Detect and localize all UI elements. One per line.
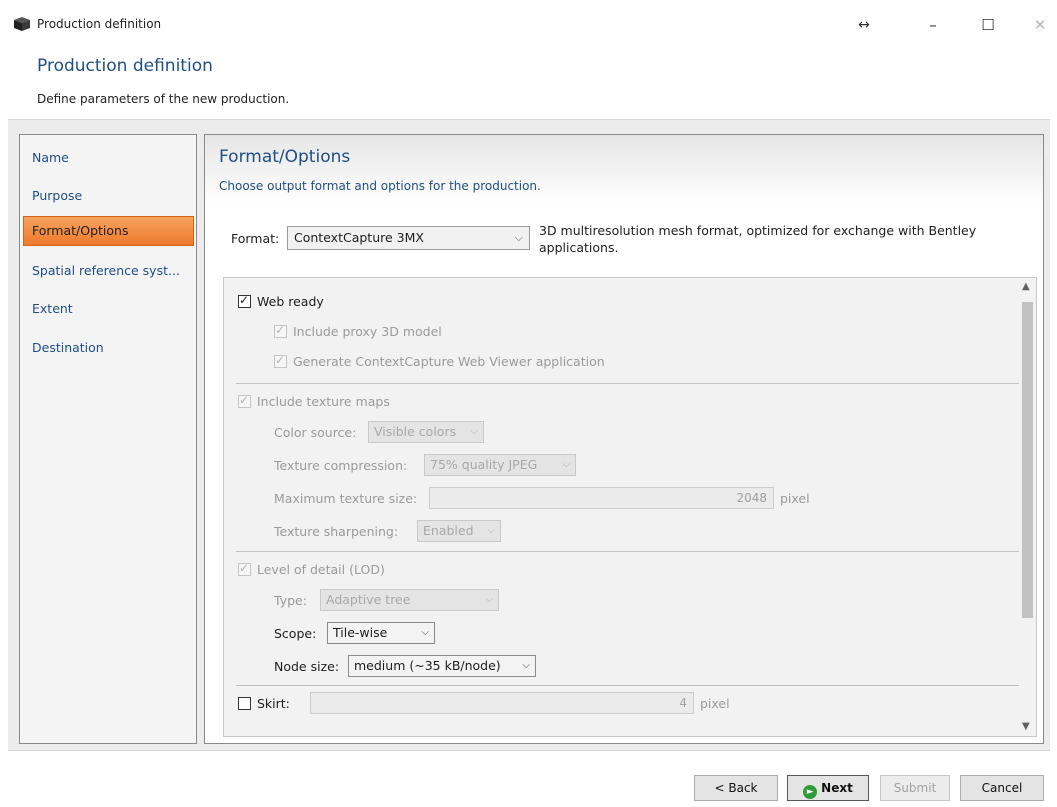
format-value: ContextCapture 3MX: [294, 230, 424, 245]
section-divider: [236, 383, 1024, 384]
divider: [8, 750, 1050, 751]
scope-label: Scope:: [274, 626, 317, 641]
texture-compression-select: 75% quality JPEG ⌵: [424, 454, 576, 476]
chevron-down-icon: ⌵: [562, 459, 570, 470]
sidebar-item-destination[interactable]: Destination: [20, 333, 196, 363]
include-texture-label: Include texture maps: [257, 394, 390, 409]
lod-checkbox: ✓ Level of detail (LOD): [238, 561, 385, 577]
section-divider: [236, 551, 1024, 552]
chevron-down-icon: ⌵: [522, 660, 530, 671]
arrow-right-circle-icon: ►: [803, 785, 818, 799]
checkbox-icon: ✓: [238, 561, 251, 576]
node-size-value: medium (~35 kB/node): [354, 658, 501, 673]
texture-sharpening-label: Texture sharpening:: [274, 524, 399, 539]
back-button[interactable]: < Back: [694, 775, 778, 801]
skirt-unit: pixel: [700, 696, 730, 711]
section-divider: [236, 685, 1024, 686]
sidebar-item-name[interactable]: Name: [20, 143, 196, 173]
chevron-down-icon: ⌵: [514, 231, 523, 244]
options-scroll-area[interactable]: ✓ Web ready ✓ Include proxy 3D model ✓ Gene…: [223, 277, 1037, 737]
texture-sharpening-value: Enabled: [423, 523, 474, 538]
panel-title: Format/Options: [219, 147, 351, 167]
format-select[interactable]: ContextCapture 3MX ⌵: [287, 226, 530, 250]
maximize-icon[interactable]: ☐: [970, 12, 1006, 38]
vertical-scrollbar[interactable]: ▲ ▼: [1019, 278, 1036, 736]
panel-header: Format/Options Choose output format and …: [205, 135, 1043, 205]
checkbox-icon: ✓: [238, 293, 251, 308]
panel-subtitle: Choose output format and options for the…: [219, 179, 541, 193]
submit-button: Submit: [880, 775, 950, 801]
chevron-down-icon: ⌵: [470, 426, 478, 437]
sidebar-item-format-options[interactable]: Format/Options: [23, 216, 194, 246]
cube-icon: [14, 17, 30, 31]
chevron-down-icon: ⌵: [485, 594, 493, 605]
checkbox-icon: ✓: [274, 323, 287, 338]
next-button-label: Next: [821, 781, 853, 795]
window-title: Production definition: [37, 17, 162, 31]
scroll-down-icon[interactable]: ▼: [1022, 721, 1030, 732]
node-size-label: Node size:: [274, 659, 340, 674]
page-title: Production definition: [37, 56, 213, 76]
skirt-checkbox[interactable]: Skirt:: [238, 696, 290, 711]
generate-viewer-checkbox: ✓ Generate ContextCapture Web Viewer appl…: [274, 353, 605, 369]
chevron-down-icon: ⌵: [487, 525, 495, 536]
cancel-button[interactable]: Cancel: [960, 775, 1044, 801]
include-proxy-checkbox: ✓ Include proxy 3D model: [274, 323, 442, 339]
generate-viewer-label: Generate ContextCapture Web Viewer appli…: [293, 354, 605, 369]
skirt-field: 4: [310, 692, 694, 714]
scroll-up-icon[interactable]: ▲: [1022, 281, 1030, 292]
scope-select[interactable]: Tile-wise ⌵: [327, 622, 435, 644]
lod-label: Level of detail (LOD): [257, 562, 385, 577]
texture-compression-value: 75% quality JPEG: [430, 457, 538, 472]
max-texture-size-label: Maximum texture size:: [274, 491, 418, 506]
scope-value: Tile-wise: [333, 625, 388, 640]
web-ready-checkbox[interactable]: ✓ Web ready: [238, 293, 324, 309]
lod-type-select: Adaptive tree ⌵: [320, 589, 499, 611]
sidebar-item-spatial-reference-system[interactable]: Spatial reference syst...: [20, 256, 196, 286]
title-bar: Production definition ↔ – ☐ ✕: [0, 0, 1057, 48]
include-texture-checkbox: ✓ Include texture maps: [238, 393, 390, 409]
resize-arrows-icon[interactable]: ↔: [846, 12, 882, 38]
next-button[interactable]: ► Next: [787, 775, 869, 801]
web-ready-label: Web ready: [257, 294, 324, 309]
checkbox-icon: ✓: [274, 353, 287, 368]
lod-type-label: Type:: [274, 593, 307, 608]
checkbox-icon: [238, 697, 251, 710]
scrollbar-thumb[interactable]: [1022, 302, 1033, 618]
include-proxy-label: Include proxy 3D model: [293, 324, 442, 339]
max-texture-size-unit: pixel: [780, 491, 810, 506]
texture-sharpening-select: Enabled ⌵: [417, 520, 501, 542]
page-description: Define parameters of the new production.: [37, 92, 290, 106]
max-texture-size-field: 2048: [429, 487, 774, 509]
lod-type-value: Adaptive tree: [326, 592, 411, 607]
format-options-panel: Format/Options Choose output format and …: [204, 134, 1044, 744]
step-sidebar: Name Purpose Format/Options Spatial refe…: [19, 134, 197, 744]
node-size-select[interactable]: medium (~35 kB/node) ⌵: [348, 655, 536, 677]
skirt-label: Skirt:: [257, 696, 290, 711]
format-description: 3D multiresolution mesh format, optimize…: [539, 223, 977, 255]
color-source-select: Visible colors ⌵: [368, 421, 484, 443]
sidebar-item-extent[interactable]: Extent: [20, 294, 196, 324]
close-icon[interactable]: ✕: [1022, 12, 1057, 38]
checkbox-icon: ✓: [238, 393, 251, 408]
texture-compression-label: Texture compression:: [274, 458, 408, 473]
sidebar-item-purpose[interactable]: Purpose: [20, 181, 196, 211]
chevron-down-icon: ⌵: [421, 627, 429, 638]
color-source-label: Color source:: [274, 425, 357, 440]
minimize-icon[interactable]: –: [915, 12, 951, 38]
format-label: Format:: [231, 231, 280, 246]
color-source-value: Visible colors: [374, 424, 457, 439]
